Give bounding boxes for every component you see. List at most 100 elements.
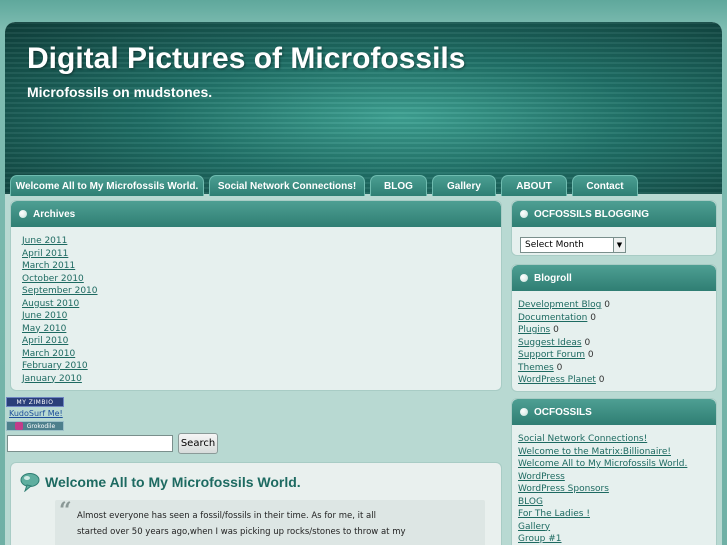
ocfossils-header: OCFOSSILS: [512, 399, 716, 425]
tab-gallery[interactable]: Gallery: [432, 175, 496, 196]
ocfossils-list: Social Network Connections! Welcome to t…: [512, 425, 716, 545]
ocfossils-link[interactable]: WordPress: [518, 472, 565, 482]
quote-mark-icon: “: [59, 498, 72, 524]
list-item: Welcome to the Matrix:Billionaire!: [518, 446, 716, 459]
search-input[interactable]: [7, 435, 173, 452]
site-title[interactable]: Digital Pictures of Microfossils: [27, 42, 465, 76]
tab-about[interactable]: ABOUT: [501, 175, 567, 196]
list-item: February 2010: [22, 360, 501, 373]
archive-link[interactable]: August 2010: [22, 299, 79, 309]
chevron-down-icon: ▼: [613, 238, 625, 252]
grokodile-label: Grokodile: [26, 422, 56, 430]
blogging-header: OCFOSSILS BLOGGING: [512, 201, 716, 227]
archive-link[interactable]: January 2010: [22, 374, 82, 384]
ocfossils-link[interactable]: BLOG: [518, 497, 543, 507]
ocfossils-link[interactable]: Social Network Connections!: [518, 434, 647, 444]
list-item: May 2010: [22, 323, 501, 336]
ocfossils-link[interactable]: Welcome All to My Microfossils World.: [518, 459, 687, 469]
blogroll-link[interactable]: WordPress Planet: [518, 375, 596, 385]
ocfossils-link[interactable]: Group #1: [518, 534, 562, 544]
post-title[interactable]: Welcome All to My Microfossils World.: [45, 474, 301, 490]
ocfossils-link[interactable]: WordPress Sponsors: [518, 484, 609, 494]
blogroll-title: Blogroll: [534, 272, 572, 284]
archives-list: June 2011 April 2011 March 2011 October …: [11, 227, 501, 385]
blogroll-link[interactable]: Documentation: [518, 313, 587, 323]
bullet-icon: [520, 408, 528, 416]
archive-link[interactable]: June 2010: [22, 311, 67, 321]
archive-link[interactable]: September 2010: [22, 286, 98, 296]
archive-link[interactable]: February 2010: [22, 361, 88, 371]
ocfossils-link[interactable]: For The Ladies !: [518, 509, 590, 519]
bullet-icon: [520, 274, 528, 282]
list-item: Social Network Connections!: [518, 433, 716, 446]
archive-link[interactable]: March 2011: [22, 261, 75, 271]
search-button[interactable]: Search: [178, 433, 218, 454]
archive-link[interactable]: April 2010: [22, 336, 68, 346]
link-count: 0: [604, 300, 610, 310]
list-item: Plugins 0: [518, 324, 716, 337]
kudosurf-link[interactable]: KudoSurf Me!: [9, 409, 63, 418]
page-wrapper: Digital Pictures of Microfossils Microfo…: [5, 22, 722, 545]
archive-link[interactable]: May 2010: [22, 324, 66, 334]
quote-line-2: started over 50 years ago,when I was pic…: [77, 527, 406, 537]
list-item: March 2010: [22, 348, 501, 361]
list-item: June 2010: [22, 310, 501, 323]
list-item: April 2010: [22, 335, 501, 348]
list-item: Support Forum 0: [518, 349, 716, 362]
blogroll-link[interactable]: Support Forum: [518, 350, 585, 360]
main-nav: Welcome All to My Microfossils World. So…: [5, 172, 722, 196]
blogroll-link[interactable]: Suggest Ideas: [518, 338, 582, 348]
link-count: 0: [553, 325, 559, 335]
list-item: Development Blog 0: [518, 299, 716, 312]
list-item: August 2010: [22, 298, 501, 311]
list-item: Gallery: [518, 521, 716, 534]
blogroll-link[interactable]: Development Blog: [518, 300, 601, 310]
list-item: Documentation 0: [518, 312, 716, 325]
blogroll-link[interactable]: Themes: [518, 363, 554, 373]
blogroll-list: Development Blog 0 Documentation 0 Plugi…: [512, 291, 716, 387]
grokodile-icon: [14, 422, 23, 430]
blogroll-header: Blogroll: [512, 265, 716, 291]
month-select[interactable]: Select Month ▼: [520, 237, 626, 253]
zimbio-badge[interactable]: MY ZIMBIO: [6, 397, 64, 407]
archives-title: Archives: [33, 208, 76, 220]
list-item: Suggest Ideas 0: [518, 337, 716, 350]
ocfossils-link[interactable]: Welcome to the Matrix:Billionaire!: [518, 447, 671, 457]
site-tagline: Microfossils on mudstones.: [27, 84, 213, 100]
list-item: WordPress: [518, 471, 716, 484]
list-item: June 2011: [22, 235, 501, 248]
ocfossils-link[interactable]: Gallery: [518, 522, 550, 532]
list-item: October 2010: [22, 273, 501, 286]
ocfossils-widget: OCFOSSILS Social Network Connections! We…: [511, 398, 717, 545]
grokodile-badge[interactable]: Grokodile: [6, 421, 64, 431]
link-count: 0: [587, 350, 594, 360]
list-item: WordPress Sponsors: [518, 483, 716, 496]
speech-bubble-icon: [20, 473, 40, 492]
quote-line-1: Almost everyone has seen a fossil/fossil…: [77, 511, 376, 521]
tab-social-network[interactable]: Social Network Connections!: [209, 175, 365, 196]
tab-welcome[interactable]: Welcome All to My Microfossils World.: [10, 175, 204, 196]
tab-blog[interactable]: BLOG: [370, 175, 427, 196]
month-select-value: Select Month: [525, 240, 584, 250]
list-item: Group #1: [518, 533, 716, 545]
list-item: Themes 0: [518, 362, 716, 375]
list-item: For The Ladies !: [518, 508, 716, 521]
bullet-icon: [19, 210, 27, 218]
blogging-title: OCFOSSILS BLOGGING: [534, 208, 650, 220]
archive-link[interactable]: March 2010: [22, 349, 75, 359]
archive-link[interactable]: June 2011: [22, 236, 67, 246]
blogroll-widget: Blogroll Development Blog 0 Documentatio…: [511, 264, 717, 392]
ocfossils-title: OCFOSSILS: [534, 406, 592, 418]
archive-link[interactable]: April 2011: [22, 249, 68, 259]
archive-link[interactable]: October 2010: [22, 274, 84, 284]
archives-header: Archives: [11, 201, 501, 227]
link-count: 0: [598, 375, 605, 385]
tab-contact[interactable]: Contact: [572, 175, 638, 196]
list-item: January 2010: [22, 373, 501, 386]
list-item: September 2010: [22, 285, 501, 298]
list-item: March 2011: [22, 260, 501, 273]
list-item: April 2011: [22, 248, 501, 261]
blogging-widget: OCFOSSILS BLOGGING Select Month ▼: [511, 200, 717, 256]
blogroll-link[interactable]: Plugins: [518, 325, 550, 335]
list-item: Welcome All to My Microfossils World.: [518, 458, 716, 471]
